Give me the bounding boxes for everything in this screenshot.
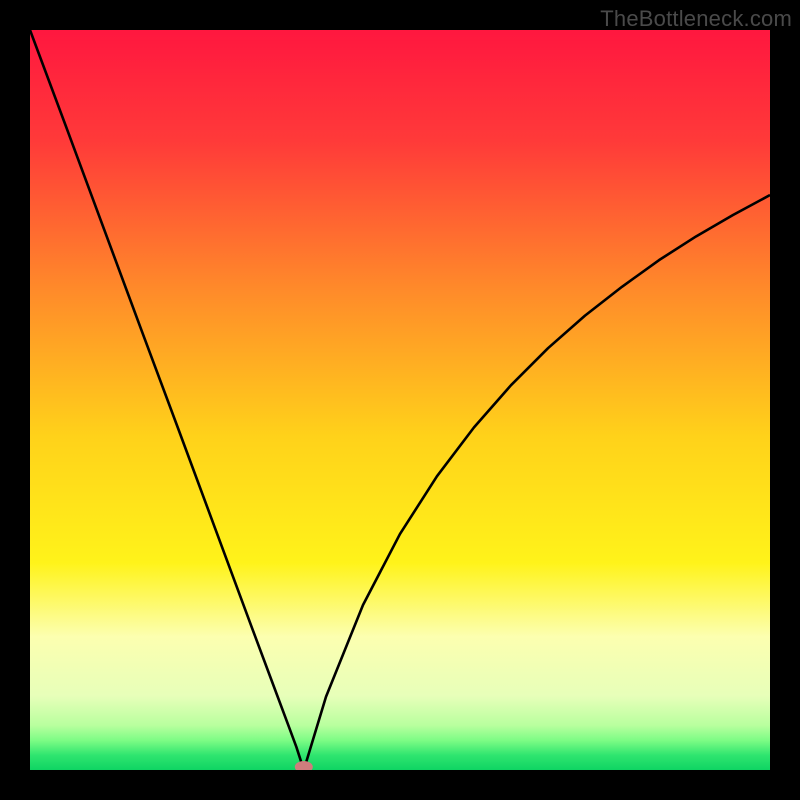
chart-background (30, 30, 770, 770)
watermark-text: TheBottleneck.com (600, 6, 792, 32)
bottleneck-chart (30, 30, 770, 770)
chart-frame (30, 30, 770, 770)
